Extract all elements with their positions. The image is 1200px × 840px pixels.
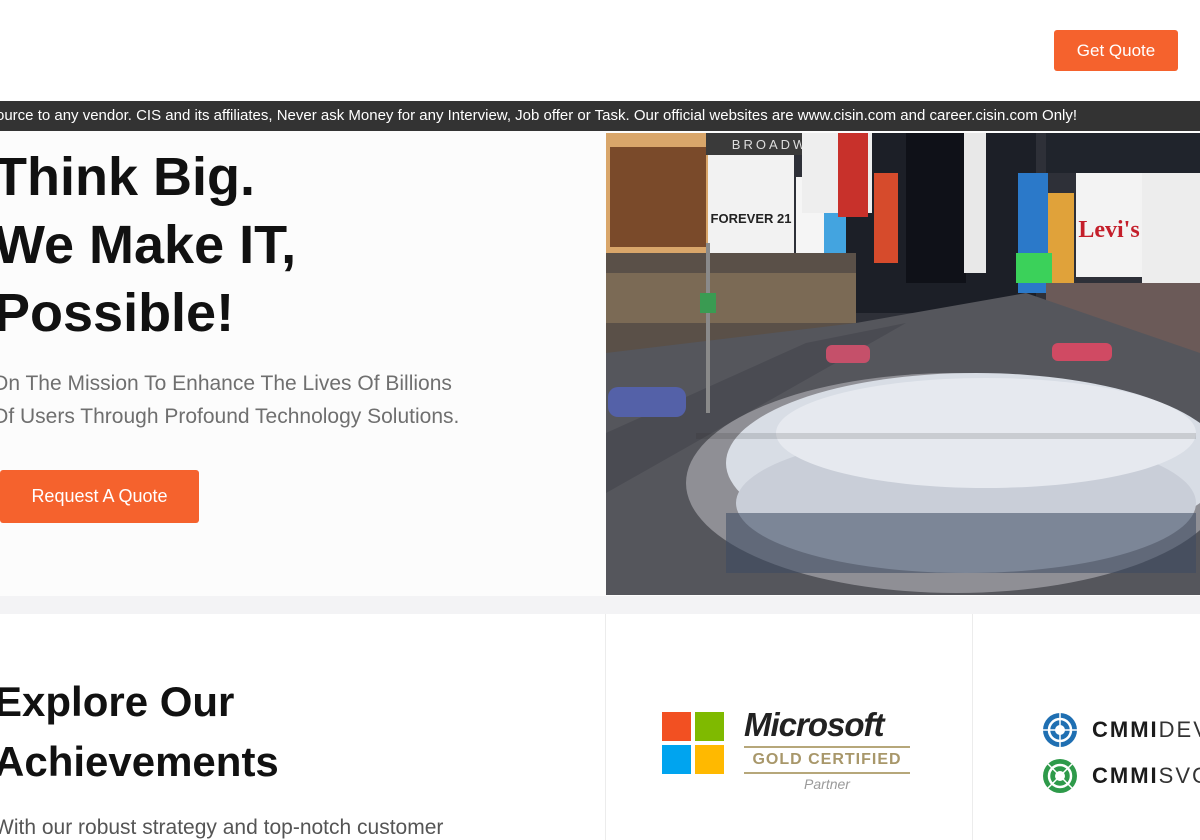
page: Get Quote ource to any vendor. CIS and i… xyxy=(0,0,1200,840)
headline-line: Think Big. xyxy=(0,147,255,207)
cmmi-dev-badge: CMMIDEV xyxy=(1042,710,1200,750)
hero-section: Think Big. We Make IT, Possible! On The … xyxy=(0,131,1200,596)
cmmi-dev-label: CMMIDEV xyxy=(1092,717,1200,742)
microsoft-logo-icon xyxy=(662,712,724,774)
team-photo-times-square: FOREVER 21 BROADWAY Levi's xyxy=(606,133,1200,595)
ms-red-square xyxy=(662,712,691,741)
forever21-sign: FOREVER 21 xyxy=(711,211,792,226)
cmmi-dev-badge-icon xyxy=(1043,713,1077,747)
achievements-section: Explore Our Achievements With our robust… xyxy=(0,614,1200,840)
column-divider xyxy=(972,614,973,840)
section-divider xyxy=(0,596,1200,614)
get-quote-button[interactable]: Get Quote xyxy=(1054,30,1178,71)
heading-line: Achievements xyxy=(0,738,279,785)
mission-statement: On The Mission To Enhance The Lives Of B… xyxy=(0,367,552,433)
mission-line: On The Mission To Enhance The Lives Of B… xyxy=(0,372,452,395)
ms-green-square xyxy=(695,712,724,741)
hero-headline: Think Big. We Make IT, Possible! xyxy=(0,143,574,347)
cmmi-svc-badge: CMMISVC xyxy=(1042,756,1200,796)
headline-line: Possible! xyxy=(0,283,235,343)
mission-line: Of Users Through Profound Technology Sol… xyxy=(0,405,460,428)
gold-certified-label: GOLD CERTIFIED xyxy=(744,746,910,774)
microsoft-wordmark: Microsoft xyxy=(744,706,884,743)
headline-line: We Make IT, xyxy=(0,215,297,275)
levis-sign: Levi's xyxy=(1078,217,1139,243)
ms-yellow-square xyxy=(695,745,724,774)
achievements-description: With our robust strategy and top-notch c… xyxy=(0,816,444,839)
partner-label: Partner xyxy=(804,776,850,792)
ticker-text: ource to any vendor. CIS and its affilia… xyxy=(0,107,1078,124)
request-quote-button[interactable]: Request A Quote xyxy=(0,470,199,523)
site-header: Get Quote xyxy=(0,0,1200,100)
ms-blue-square xyxy=(662,745,691,774)
heading-line: Explore Our xyxy=(0,678,235,725)
announcement-ticker: ource to any vendor. CIS and its affilia… xyxy=(0,101,1200,131)
cmmi-svc-label: CMMISVC xyxy=(1092,763,1200,788)
cmmi-svc-badge-icon xyxy=(1043,759,1077,793)
column-divider xyxy=(605,614,606,840)
achievements-heading: Explore Our Achievements xyxy=(0,672,279,792)
